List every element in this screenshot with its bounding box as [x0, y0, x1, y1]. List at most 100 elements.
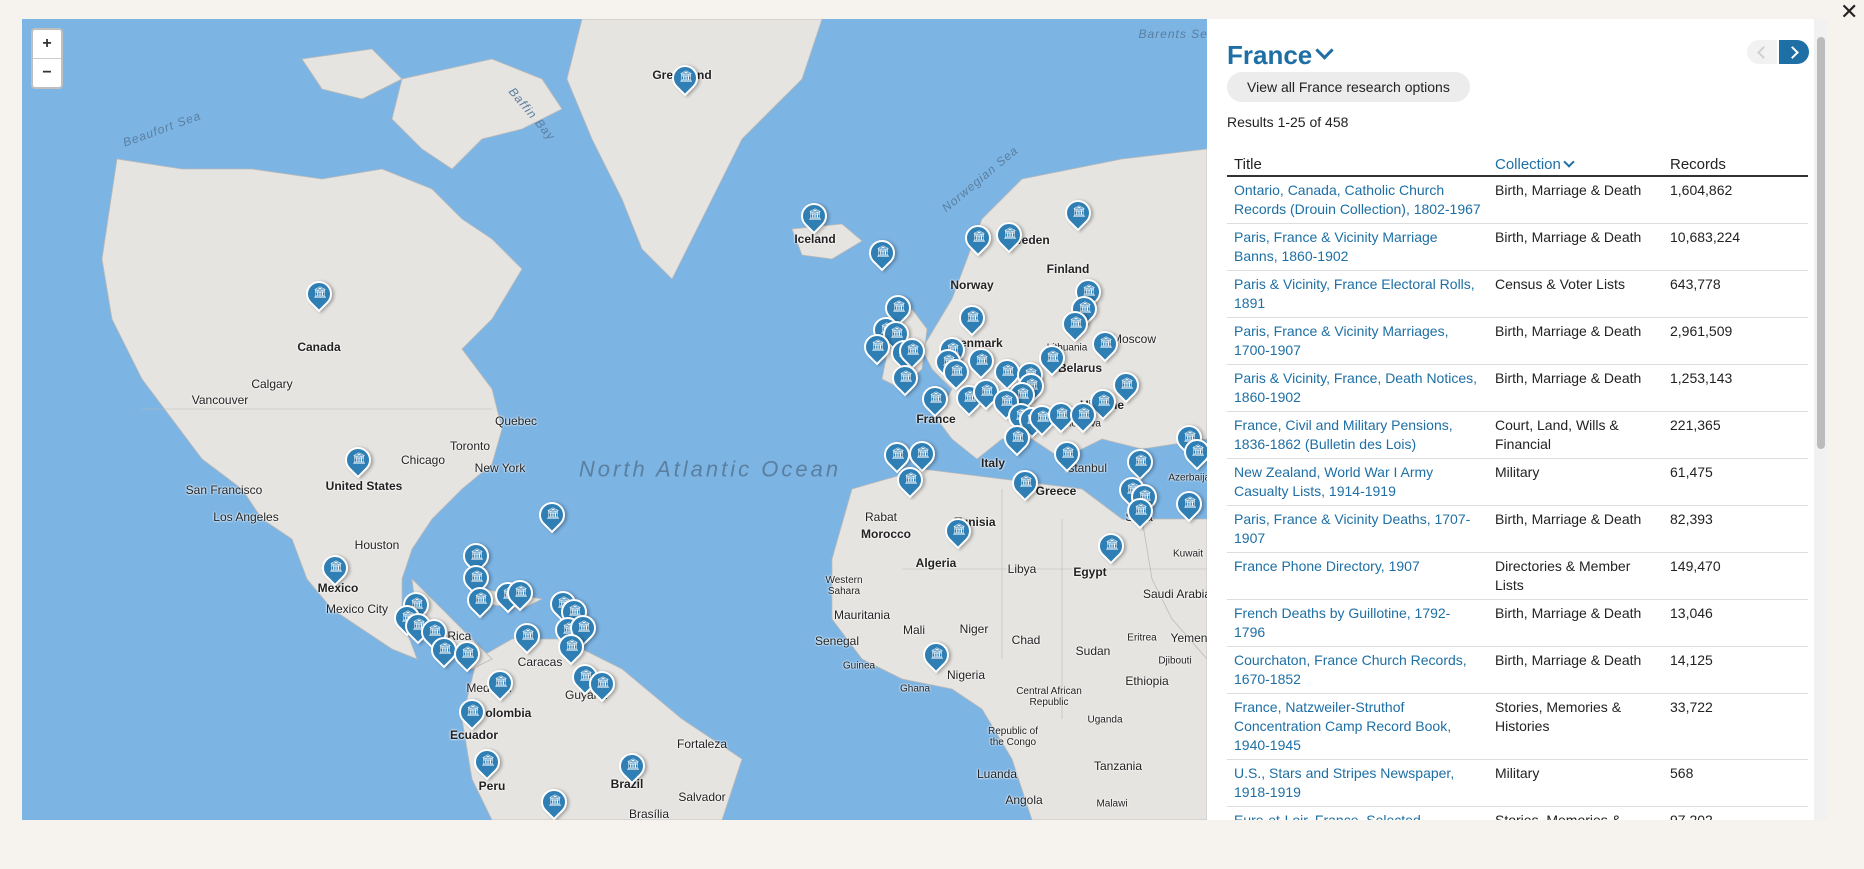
- zoom-in-button[interactable]: +: [33, 30, 61, 58]
- record-title-link[interactable]: Eure-et-Loir, France, Selected: [1234, 812, 1421, 820]
- record-title-link[interactable]: Courchaton, France Church Records, 1670-…: [1234, 652, 1467, 687]
- record-title-link[interactable]: Paris & Vicinity, France Electoral Rolls…: [1234, 276, 1475, 311]
- archive-building-icon[interactable]: [619, 753, 645, 787]
- archive-building-icon[interactable]: [923, 642, 949, 676]
- scrollbar-thumb[interactable]: [1817, 37, 1825, 449]
- view-all-research-options-button[interactable]: View all France research options: [1227, 72, 1470, 102]
- archive-building-icon[interactable]: [467, 587, 493, 621]
- city-label: Rabat: [864, 510, 898, 524]
- country-label: Chad: [1011, 633, 1041, 647]
- archive-building-icon[interactable]: [897, 467, 923, 501]
- archive-building-icon[interactable]: [474, 749, 500, 783]
- archive-building-icon[interactable]: [1065, 200, 1091, 234]
- city-label: Caracas: [517, 655, 563, 669]
- record-count: 643,778: [1670, 276, 1721, 292]
- record-count: 61,475: [1670, 464, 1713, 480]
- table-row: Courchaton, France Church Records, 1670-…: [1227, 647, 1808, 694]
- record-title-link[interactable]: U.S., Stars and Stripes Newspaper, 1918-…: [1234, 765, 1454, 800]
- archive-building-icon[interactable]: [968, 348, 994, 382]
- scrollbar[interactable]: [1814, 19, 1827, 820]
- country-dropdown[interactable]: France: [1227, 40, 1334, 71]
- city-label: Luanda: [976, 767, 1018, 781]
- archive-building-icon[interactable]: [1176, 491, 1202, 525]
- record-title-link[interactable]: French Deaths by Guillotine, 1792-1796: [1234, 605, 1450, 640]
- archive-building-icon[interactable]: [1039, 345, 1065, 379]
- table-row: U.S., Stars and Stripes Newspaper, 1918-…: [1227, 760, 1808, 807]
- country-label: Senegal: [814, 634, 860, 648]
- table-row: Paris, France & Vicinity Deaths, 1707-19…: [1227, 506, 1808, 553]
- archive-building-icon[interactable]: [1062, 311, 1088, 345]
- record-collection: Birth, Marriage & Death: [1495, 323, 1642, 339]
- archive-building-icon[interactable]: [306, 281, 332, 315]
- record-count: 13,046: [1670, 605, 1713, 621]
- record-collection: Birth, Marriage & Death: [1495, 229, 1642, 245]
- record-title-link[interactable]: Paris, France & Vicinity Marriage Banns,…: [1234, 229, 1438, 264]
- archive-building-icon[interactable]: [507, 580, 533, 614]
- record-title-link[interactable]: France, Civil and Military Pensions, 183…: [1234, 417, 1453, 452]
- archive-building-icon[interactable]: [558, 634, 584, 668]
- city-label: New York: [474, 461, 526, 475]
- table-row: Eure-et-Loir, France, Selected Stories, M…: [1227, 807, 1808, 820]
- table-row: Ontario, Canada, Catholic Church Records…: [1227, 177, 1808, 224]
- archive-building-icon[interactable]: [1127, 498, 1153, 532]
- archive-building-icon[interactable]: [965, 225, 991, 259]
- archive-building-icon[interactable]: [1184, 439, 1207, 473]
- country-label: Ethiopia: [1125, 674, 1169, 688]
- country-label: Western Sahara: [825, 575, 863, 597]
- country-label: Republic of the Congo: [987, 726, 1039, 748]
- archive-building-icon[interactable]: [541, 789, 567, 820]
- archive-building-icon[interactable]: [1113, 372, 1139, 406]
- column-collection-sort[interactable]: Collection: [1488, 154, 1663, 175]
- archive-building-icon[interactable]: [892, 365, 918, 399]
- archive-building-icon[interactable]: [589, 671, 615, 705]
- archive-building-icon[interactable]: [945, 518, 971, 552]
- archive-building-icon[interactable]: [487, 670, 513, 704]
- archive-building-icon[interactable]: [1012, 470, 1038, 504]
- archive-building-icon[interactable]: [922, 386, 948, 420]
- chevron-right-icon: [1786, 46, 1799, 59]
- record-title-link[interactable]: New Zealand, World War I Army Casualty L…: [1234, 464, 1433, 499]
- table-row: France Phone Directory, 1907 Directories …: [1227, 553, 1808, 600]
- archive-building-icon[interactable]: [869, 240, 895, 274]
- archive-building-icon[interactable]: [672, 65, 698, 99]
- record-title-link[interactable]: France Phone Directory, 1907: [1234, 558, 1420, 574]
- archive-building-icon[interactable]: [1092, 331, 1118, 365]
- archive-building-icon[interactable]: [539, 502, 565, 536]
- record-title-link[interactable]: Paris & Vicinity, France, Death Notices,…: [1234, 370, 1477, 405]
- archive-building-icon[interactable]: [322, 555, 348, 589]
- column-collection-label: Collection: [1495, 156, 1561, 173]
- record-title-link[interactable]: Paris, France & Vicinity Marriages, 1700…: [1234, 323, 1448, 358]
- close-icon[interactable]: ✕: [1840, 0, 1858, 24]
- archive-building-icon[interactable]: [1098, 533, 1124, 567]
- map-modal: North Atlantic Ocean Beaufort Sea Baffin…: [22, 19, 1827, 820]
- city-label: Calgary: [251, 377, 293, 391]
- archive-building-icon[interactable]: [345, 447, 371, 481]
- record-title-link[interactable]: Ontario, Canada, Catholic Church Records…: [1234, 182, 1481, 217]
- zoom-out-button[interactable]: −: [33, 58, 61, 87]
- record-count: 82,393: [1670, 511, 1713, 527]
- table-row: New Zealand, World War I Army Casualty L…: [1227, 459, 1808, 506]
- archive-building-icon[interactable]: [1004, 425, 1030, 459]
- archive-building-icon[interactable]: [864, 334, 890, 368]
- record-count: 568: [1670, 765, 1694, 781]
- archive-building-icon[interactable]: [1054, 441, 1080, 475]
- archive-building-icon[interactable]: [514, 623, 540, 657]
- record-title-link[interactable]: Paris, France & Vicinity Deaths, 1707-19…: [1234, 511, 1470, 546]
- archive-building-icon[interactable]: [996, 222, 1022, 256]
- previous-button[interactable]: [1747, 40, 1777, 64]
- city-label: Vancouver: [191, 393, 249, 407]
- city-label: Salvador: [678, 790, 726, 804]
- country-label: Mali: [902, 623, 926, 637]
- archive-building-icon[interactable]: [801, 203, 827, 237]
- record-title-link[interactable]: France, Natzweiler-Struthof Concentratio…: [1234, 699, 1451, 753]
- collections-map[interactable]: North Atlantic Ocean Beaufort Sea Baffin…: [22, 19, 1207, 820]
- record-count: 149,470: [1670, 558, 1721, 574]
- archive-building-icon[interactable]: [1070, 402, 1096, 436]
- archive-building-icon[interactable]: [454, 641, 480, 675]
- city-label: Mexico City: [325, 602, 389, 616]
- record-count: 1,604,862: [1670, 182, 1733, 198]
- archive-building-icon[interactable]: [959, 305, 985, 339]
- country-label: Azerbaijan: [1168, 472, 1207, 484]
- next-button[interactable]: [1779, 40, 1809, 64]
- archive-building-icon[interactable]: [459, 699, 485, 733]
